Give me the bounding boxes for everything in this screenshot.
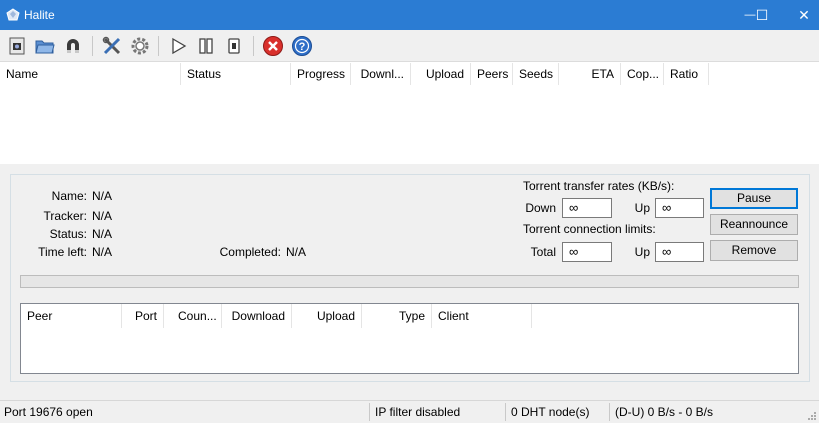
peer-column-client[interactable]: Client: [432, 304, 532, 328]
name-label: Name:: [51, 189, 87, 203]
settings-gear-icon: [131, 37, 149, 55]
column-header-peers[interactable]: Peers: [471, 63, 513, 85]
status-value: N/A: [92, 227, 113, 241]
column-header-copies[interactable]: Cop...: [621, 63, 664, 85]
toolbar-separator: [158, 36, 159, 56]
pause-button-toolbar[interactable]: [194, 34, 218, 58]
open-file-icon: [9, 37, 25, 55]
peer-list[interactable]: Peer Port Coun... Download Upload Type C…: [20, 303, 799, 374]
completed-value: N/A: [286, 245, 307, 259]
open-folder-icon: [35, 40, 55, 54]
column-header-ratio[interactable]: Ratio: [664, 63, 709, 85]
stop-button[interactable]: [222, 34, 246, 58]
halite-app-icon: [6, 8, 20, 21]
connection-limits-heading: Torrent connection limits:: [523, 222, 656, 236]
maximize-button[interactable]: ☐: [739, 0, 785, 30]
total-limit-input[interactable]: ∞: [562, 242, 612, 262]
port-status: Port 19676 open: [4, 405, 93, 419]
column-header-progress[interactable]: Progress: [291, 63, 351, 85]
statusbar-separator: [609, 403, 610, 421]
peer-column-port[interactable]: Port: [122, 304, 164, 328]
pause-button[interactable]: Pause: [710, 188, 798, 209]
statusbar-separator: [505, 403, 506, 421]
up-limit-label: Up: [634, 245, 650, 259]
up-rate-label: Up: [634, 201, 650, 215]
torrent-progress-bar: [20, 275, 799, 288]
remove-icon: [263, 36, 283, 56]
pause-icon: [199, 38, 213, 54]
column-header-upload[interactable]: Upload: [411, 63, 471, 85]
toolbar: ?: [0, 30, 819, 62]
settings-button[interactable]: [128, 34, 152, 58]
time-left-value: N/A: [92, 245, 113, 259]
time-left-label: Time left:: [38, 245, 87, 259]
peer-column-type[interactable]: Type: [362, 304, 432, 328]
ip-filter-status: IP filter disabled: [375, 405, 461, 419]
tools-icon: [102, 36, 121, 55]
resize-grip-icon[interactable]: [807, 411, 817, 421]
remove-button[interactable]: Remove: [710, 240, 798, 261]
down-rate-input[interactable]: ∞: [562, 198, 612, 218]
torrent-list[interactable]: Name Status Progress Downl... Upload Pee…: [0, 63, 819, 164]
help-icon: ?: [292, 36, 312, 56]
dht-status: 0 DHT node(s): [511, 405, 590, 419]
peer-column-upload[interactable]: Upload: [292, 304, 362, 328]
toolbar-separator: [253, 36, 254, 56]
window-title: Halite: [24, 8, 55, 22]
close-window-button[interactable]: ✕: [781, 0, 819, 30]
reannounce-button[interactable]: Reannounce: [710, 214, 798, 235]
total-limit-label: Total: [530, 245, 556, 259]
name-value: N/A: [92, 189, 113, 203]
status-bar: Port 19676 open IP filter disabled 0 DHT…: [0, 400, 819, 423]
play-icon: [172, 37, 187, 55]
column-header-seeds[interactable]: Seeds: [513, 63, 559, 85]
transfer-rate-status: (D-U) 0 B/s - 0 B/s: [615, 405, 714, 419]
title-bar: Halite — ☐ ✕: [0, 0, 819, 30]
up-limit-input[interactable]: ∞: [655, 242, 704, 262]
open-folder-button[interactable]: [33, 34, 57, 58]
magnet-button[interactable]: [61, 34, 85, 58]
open-file-button[interactable]: [5, 34, 29, 58]
tracker-label: Tracker:: [43, 209, 87, 223]
peer-column-download[interactable]: Download: [222, 304, 292, 328]
remove-torrent-button[interactable]: [261, 34, 285, 58]
column-header-eta[interactable]: ETA: [559, 63, 621, 85]
peer-column-peer[interactable]: Peer: [21, 304, 122, 328]
up-rate-input[interactable]: ∞: [655, 198, 704, 218]
column-header-name[interactable]: Name: [0, 63, 181, 85]
column-header-status[interactable]: Status: [181, 63, 291, 85]
close-icon: ✕: [798, 6, 810, 23]
tools-button[interactable]: [100, 34, 124, 58]
svg-text:?: ?: [299, 41, 306, 53]
status-label: Status:: [49, 227, 87, 241]
peer-column-country[interactable]: Coun...: [172, 304, 222, 328]
completed-label: Completed:: [219, 245, 281, 259]
toolbar-separator: [92, 36, 93, 56]
column-header-download[interactable]: Downl...: [351, 63, 411, 85]
magnet-icon: [67, 39, 79, 53]
transfer-rates-heading: Torrent transfer rates (KB/s):: [523, 179, 675, 193]
tracker-value: N/A: [92, 209, 113, 223]
stop-icon: [228, 38, 240, 54]
start-button[interactable]: [166, 34, 190, 58]
down-rate-label: Down: [525, 201, 556, 215]
statusbar-separator: [369, 403, 370, 421]
help-button[interactable]: ?: [290, 34, 314, 58]
maximize-icon: ☐: [755, 6, 769, 23]
